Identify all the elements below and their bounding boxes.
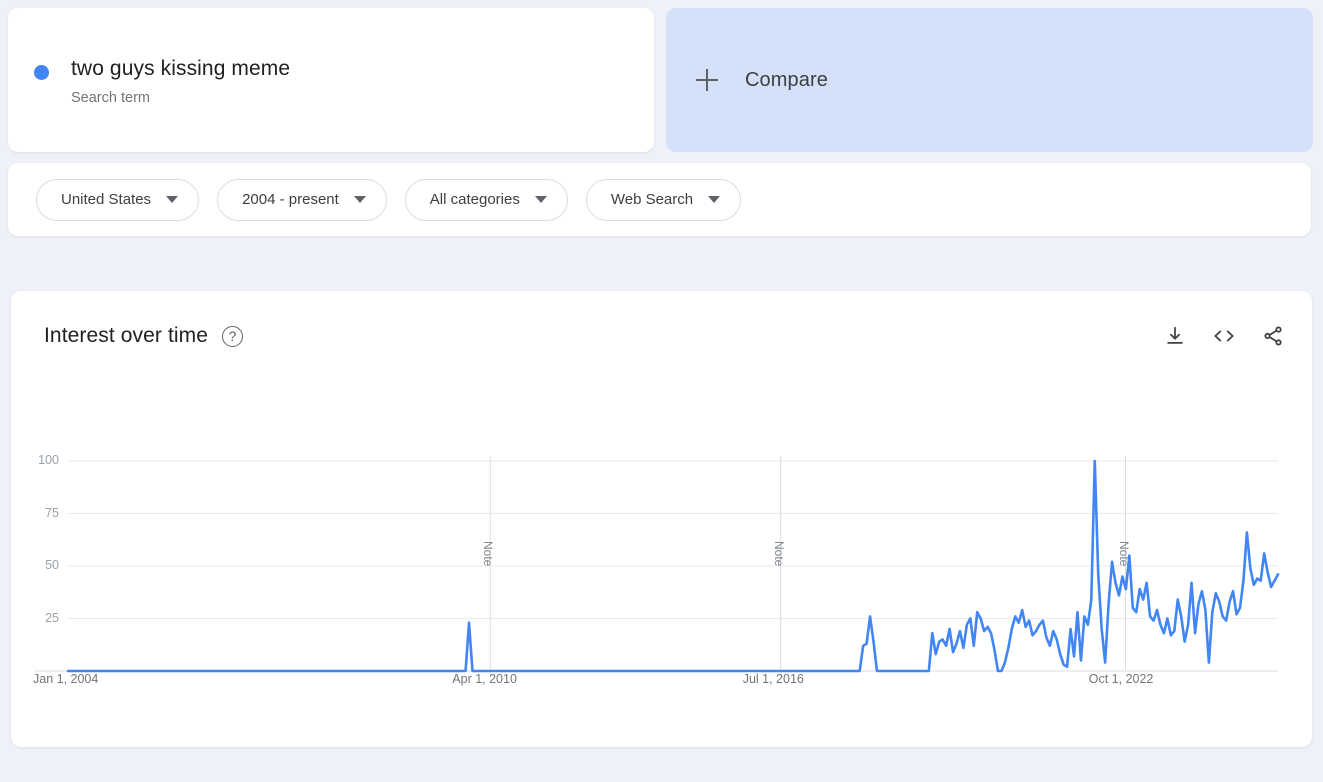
chevron-down-icon bbox=[166, 196, 179, 203]
chevron-down-icon bbox=[708, 196, 721, 203]
search-term-card[interactable]: two guys kissing meme Search term bbox=[8, 8, 654, 152]
filter-search-type[interactable]: Web Search bbox=[585, 178, 742, 221]
filter-category[interactable]: All categories bbox=[404, 178, 568, 221]
plus-icon bbox=[696, 69, 718, 91]
y-axis-tick-label: 100 bbox=[38, 453, 59, 467]
series-color-dot-icon bbox=[34, 65, 49, 80]
filter-time-range[interactable]: 2004 - present bbox=[217, 178, 387, 221]
filter-bar: United States 2004 - present All categor… bbox=[8, 163, 1311, 236]
x-axis-tick-label: Jan 1, 2004 bbox=[33, 672, 99, 686]
filter-region-label: United States bbox=[61, 191, 152, 208]
search-term-text: two guys kissing meme Search term bbox=[71, 56, 290, 107]
x-axis-tick-label: Apr 1, 2010 bbox=[452, 672, 517, 686]
search-term-subtitle: Search term bbox=[71, 90, 150, 106]
compare-content: Compare bbox=[696, 8, 828, 152]
compare-button[interactable]: Compare bbox=[666, 8, 1313, 152]
filter-region[interactable]: United States bbox=[36, 178, 200, 221]
google-trends-page: two guys kissing meme Search term Compar… bbox=[0, 0, 1323, 782]
filter-category-label: All categories bbox=[429, 191, 520, 208]
chevron-down-icon bbox=[353, 196, 366, 203]
filter-time-range-label: 2004 - present bbox=[242, 191, 339, 208]
interest-over-time-card: Interest over time ? 25 50 75 100 Jan 1,… bbox=[11, 291, 1312, 747]
compare-label: Compare bbox=[745, 68, 828, 91]
chevron-down-icon bbox=[534, 196, 547, 203]
chart-note-annotation[interactable]: Note bbox=[772, 541, 786, 566]
search-term-content: two guys kissing meme Search term bbox=[34, 56, 290, 107]
y-axis-tick-label: 50 bbox=[45, 558, 59, 572]
x-axis-tick-label: Oct 1, 2022 bbox=[1088, 672, 1154, 686]
x-axis-tick-label: Jul 1, 2016 bbox=[742, 672, 804, 686]
search-term-title: two guys kissing meme bbox=[71, 57, 291, 80]
chart-note-annotation[interactable]: Note bbox=[481, 541, 495, 566]
filter-search-type-label: Web Search bbox=[610, 191, 694, 208]
y-axis-tick-label: 75 bbox=[45, 505, 59, 520]
chart-note-annotation[interactable]: Note bbox=[1117, 541, 1131, 566]
y-axis-tick-label: 25 bbox=[45, 610, 59, 625]
search-terms-row: two guys kissing meme Search term Compar… bbox=[0, 0, 1323, 152]
interest-over-time-chart[interactable]: 25 50 75 100 Jan 1, 2004 Apr 1, 2010 Jul 1, 20… bbox=[11, 291, 1312, 747]
